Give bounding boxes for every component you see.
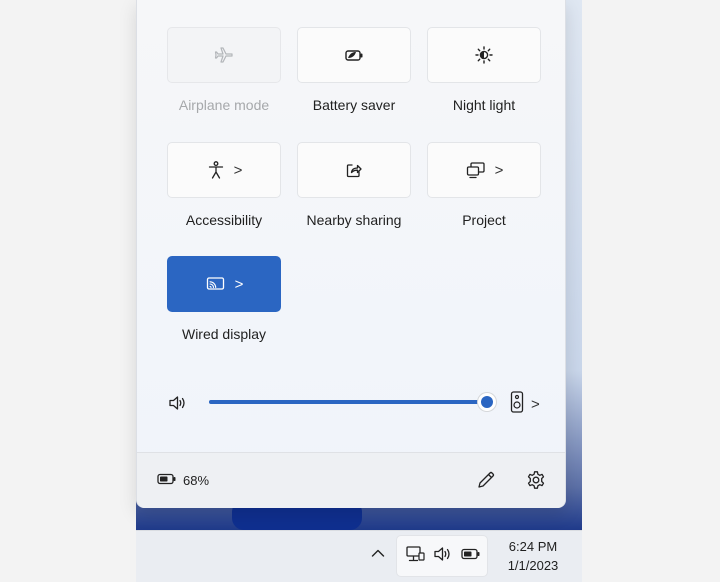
battery-icon [460, 547, 481, 565]
tile-accessibility: > Accessibility [167, 142, 281, 228]
chevron-up-icon [370, 548, 386, 565]
edit-quick-settings-button[interactable] [475, 469, 497, 496]
chevron-right-icon: > [233, 161, 243, 179]
tile-night-light: Night light [427, 27, 541, 113]
speaker-icon[interactable] [167, 393, 189, 418]
network-icon [404, 544, 426, 569]
project-button[interactable]: > [427, 142, 541, 198]
battery-saver-icon [343, 45, 365, 65]
battery-icon [157, 473, 177, 488]
volume-slider-thumb[interactable] [478, 393, 496, 411]
chevron-right-icon: > [531, 396, 540, 413]
gear-icon [525, 471, 547, 495]
system-tray-quick-settings-button[interactable] [396, 535, 488, 577]
accessibility-icon [206, 160, 226, 180]
share-icon [344, 160, 364, 180]
speaker-icon [432, 544, 454, 569]
night-light-icon [474, 45, 494, 65]
taskbar: 6:24 PM 1/1/2023 [136, 530, 582, 582]
airplane-mode-button[interactable] [167, 27, 281, 83]
clock-date: 1/1/2023 [507, 558, 559, 573]
pencil-icon [475, 471, 497, 495]
audio-output-picker-button[interactable]: > [509, 390, 540, 419]
tile-label: Wired display [181, 326, 267, 342]
speaker-device-icon [509, 390, 525, 419]
tile-nearby-sharing: Nearby sharing [297, 142, 411, 228]
clock-time: 6:24 PM [508, 539, 558, 554]
settings-button[interactable] [525, 469, 547, 496]
clock-button[interactable]: 6:24 PM 1/1/2023 [498, 537, 568, 575]
tile-label: Battery saver [312, 97, 396, 113]
tile-label: Accessibility [185, 212, 263, 228]
wired-display-button[interactable]: > [167, 256, 281, 312]
volume-slider[interactable] [209, 393, 496, 411]
tile-label: Project [462, 212, 506, 228]
battery-status[interactable]: 68% [157, 473, 209, 488]
volume-slider-fill [209, 400, 487, 404]
accessibility-button[interactable]: > [167, 142, 281, 198]
night-light-button[interactable] [427, 27, 541, 83]
nearby-sharing-button[interactable] [297, 142, 411, 198]
tile-label: Nearby sharing [306, 212, 402, 228]
show-hidden-icons-button[interactable] [370, 545, 386, 566]
tile-battery-saver: Battery saver [297, 27, 411, 113]
airplane-icon [214, 45, 234, 65]
tile-airplane-mode: Airplane mode [167, 27, 281, 113]
tile-project: > Project [427, 142, 541, 228]
quick-settings-flyout: Airplane mode Battery saver Night light … [136, 0, 566, 508]
project-icon [465, 160, 487, 180]
chevron-right-icon: > [234, 275, 244, 293]
tile-label: Airplane mode [178, 97, 270, 113]
tile-label: Night light [452, 97, 516, 113]
battery-percent: 68% [183, 473, 210, 488]
chevron-right-icon: > [494, 161, 504, 179]
cast-icon [205, 274, 227, 294]
quick-settings-footer: 68% [137, 452, 565, 508]
tile-wired-display: > Wired display [167, 256, 281, 342]
battery-saver-button[interactable] [297, 27, 411, 83]
